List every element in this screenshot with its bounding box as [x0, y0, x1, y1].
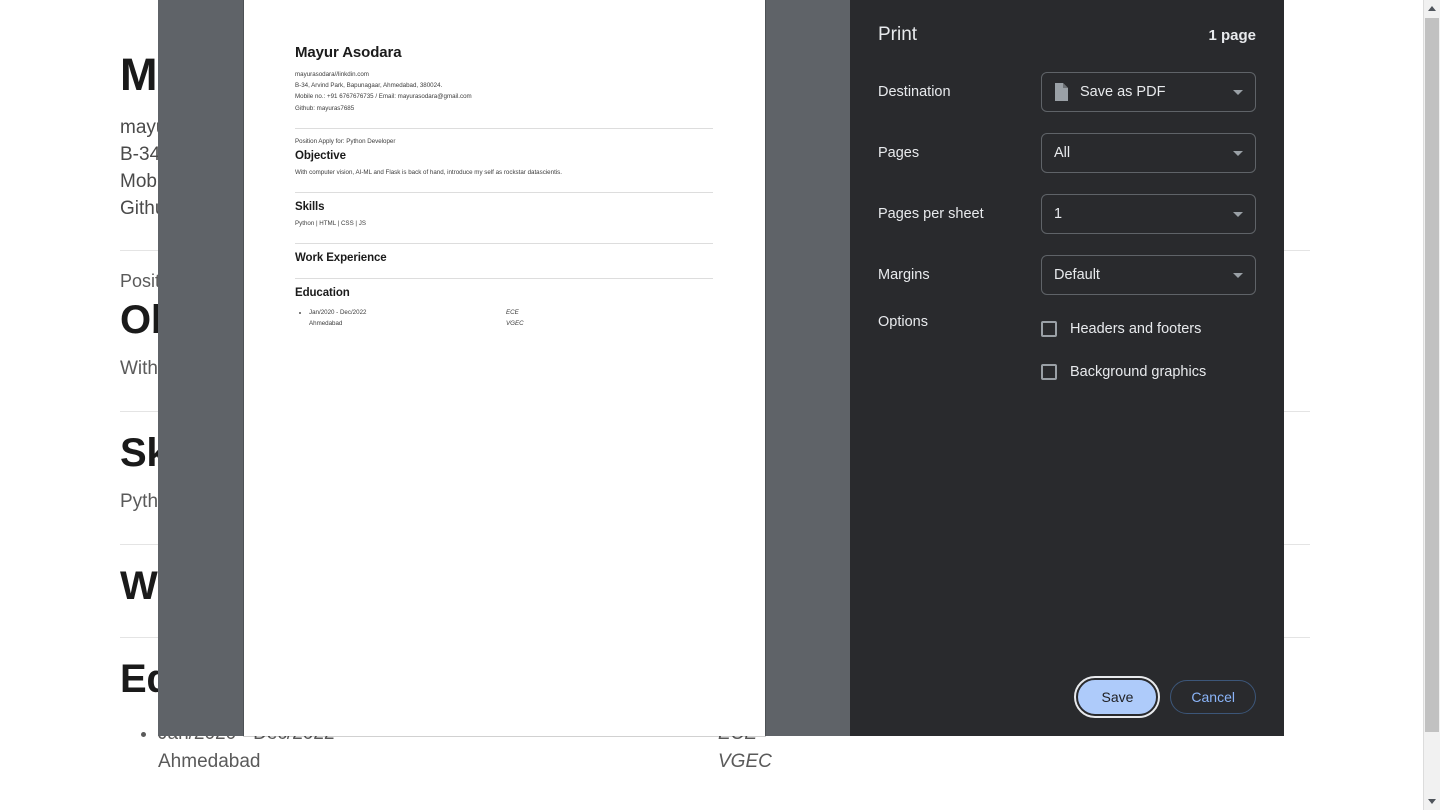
- background-graphics-checkbox-row[interactable]: Background graphics: [1041, 357, 1256, 387]
- preview-education-institute: VGEC: [506, 319, 524, 327]
- document-icon: [1055, 83, 1068, 101]
- pages-row: Pages All: [878, 131, 1256, 175]
- destination-row: Destination Save as PDF: [878, 70, 1256, 114]
- chevron-down-icon: [1233, 150, 1243, 156]
- chevron-down-icon: [1428, 799, 1436, 804]
- preview-skills-heading: Skills: [295, 200, 325, 213]
- pages-value: All: [1054, 145, 1071, 161]
- preview-education-dates: Jan/2020 - Dec/2022: [309, 308, 367, 316]
- preview-contact-line: mayurasodara//linkdin.com: [295, 71, 369, 78]
- pages-label: Pages: [878, 145, 920, 161]
- margins-label: Margins: [878, 267, 930, 283]
- destination-select[interactable]: Save as PDF: [1041, 72, 1256, 112]
- preview-education-degree: ECE: [506, 308, 519, 316]
- chevron-down-icon: [1233, 89, 1243, 95]
- chevron-down-icon: [1233, 272, 1243, 278]
- pages-per-sheet-row: Pages per sheet 1: [878, 192, 1256, 236]
- page-title: Print: [878, 24, 918, 45]
- options-checkbox-list: Headers and footers Background graphics: [1041, 314, 1256, 400]
- destination-value: Save as PDF: [1080, 84, 1166, 100]
- print-dialog-header: Print 1 page: [850, 0, 1284, 46]
- education-city: Ahmedabad: [158, 750, 261, 772]
- print-dialog-footer: Save Cancel: [850, 676, 1284, 718]
- education-institute: VGEC: [718, 750, 772, 772]
- preview-skills-text: Python | HTML | CSS | JS: [295, 219, 366, 227]
- preview-divider: [295, 277, 713, 279]
- preview-position-line: Position Apply for: Python Developer: [295, 137, 396, 145]
- preview-divider: [295, 242, 713, 244]
- list-item: Jan/2020 - Dec/2022 ECE Ahmedabad VGEC: [309, 307, 713, 329]
- preview-contact-block: mayurasodara//linkdin.com B-34, Arvind P…: [295, 69, 713, 114]
- page-count-label: 1 page: [1208, 27, 1256, 44]
- preview-document: Mayur Asodara mayurasodara//linkdin.com …: [295, 44, 713, 329]
- preview-objective-heading: Objective: [295, 149, 346, 162]
- save-button[interactable]: Save: [1074, 676, 1161, 718]
- pages-per-sheet-value: 1: [1054, 206, 1063, 222]
- background-graphics-label: Background graphics: [1070, 364, 1207, 380]
- destination-label: Destination: [878, 84, 951, 100]
- print-preview-page: Mayur Asodara mayurasodara//linkdin.com …: [244, 0, 765, 736]
- preview-divider: [295, 191, 713, 193]
- margins-value: Default: [1054, 267, 1100, 283]
- margins-row: Margins Default: [878, 253, 1256, 297]
- pages-select[interactable]: All: [1041, 133, 1256, 173]
- chevron-down-icon: [1233, 211, 1243, 217]
- preview-objective-text: With computer vision, AI-ML and Flask is…: [295, 168, 562, 176]
- preview-work-experience-heading: Work Experience: [295, 251, 387, 264]
- preview-contact-line: Github: mayuras7685: [295, 104, 355, 112]
- pages-per-sheet-label: Pages per sheet: [878, 206, 984, 222]
- headers-and-footers-label: Headers and footers: [1070, 321, 1202, 337]
- margins-select[interactable]: Default: [1041, 255, 1256, 295]
- headers-and-footers-checkbox-row[interactable]: Headers and footers: [1041, 314, 1256, 344]
- pages-per-sheet-select[interactable]: 1: [1041, 194, 1256, 234]
- options-label: Options: [878, 314, 928, 330]
- preview-contact-line: B-34, Arvind Park, Bapunagaar, Ahmedabad…: [295, 82, 443, 90]
- preview-resume-name: Mayur Asodara: [295, 44, 402, 61]
- preview-education-heading: Education: [295, 286, 350, 299]
- preview-education-city: Ahmedabad: [309, 319, 343, 327]
- print-dialog-body: Destination Save as PDF Pages All Pages …: [850, 46, 1284, 400]
- scroll-down-arrow-button[interactable]: [1424, 793, 1440, 810]
- checkbox-icon[interactable]: [1041, 364, 1057, 380]
- options-row: Options Headers and footers Background g…: [878, 314, 1256, 400]
- checkbox-icon[interactable]: [1041, 321, 1057, 337]
- chevron-up-icon: [1428, 6, 1436, 11]
- cancel-button[interactable]: Cancel: [1170, 680, 1256, 714]
- preview-contact-line: Mobile no.: +91 6767676735 / Email: mayu…: [295, 93, 472, 101]
- preview-divider: [295, 127, 713, 129]
- print-dialog: Print 1 page Destination Save as PDF Pag…: [850, 0, 1284, 736]
- scroll-up-arrow-button[interactable]: [1424, 0, 1440, 17]
- vertical-scrollbar[interactable]: [1423, 0, 1440, 810]
- preview-education-list: Jan/2020 - Dec/2022 ECE Ahmedabad VGEC: [295, 307, 713, 329]
- scrollbar-thumb[interactable]: [1425, 18, 1439, 732]
